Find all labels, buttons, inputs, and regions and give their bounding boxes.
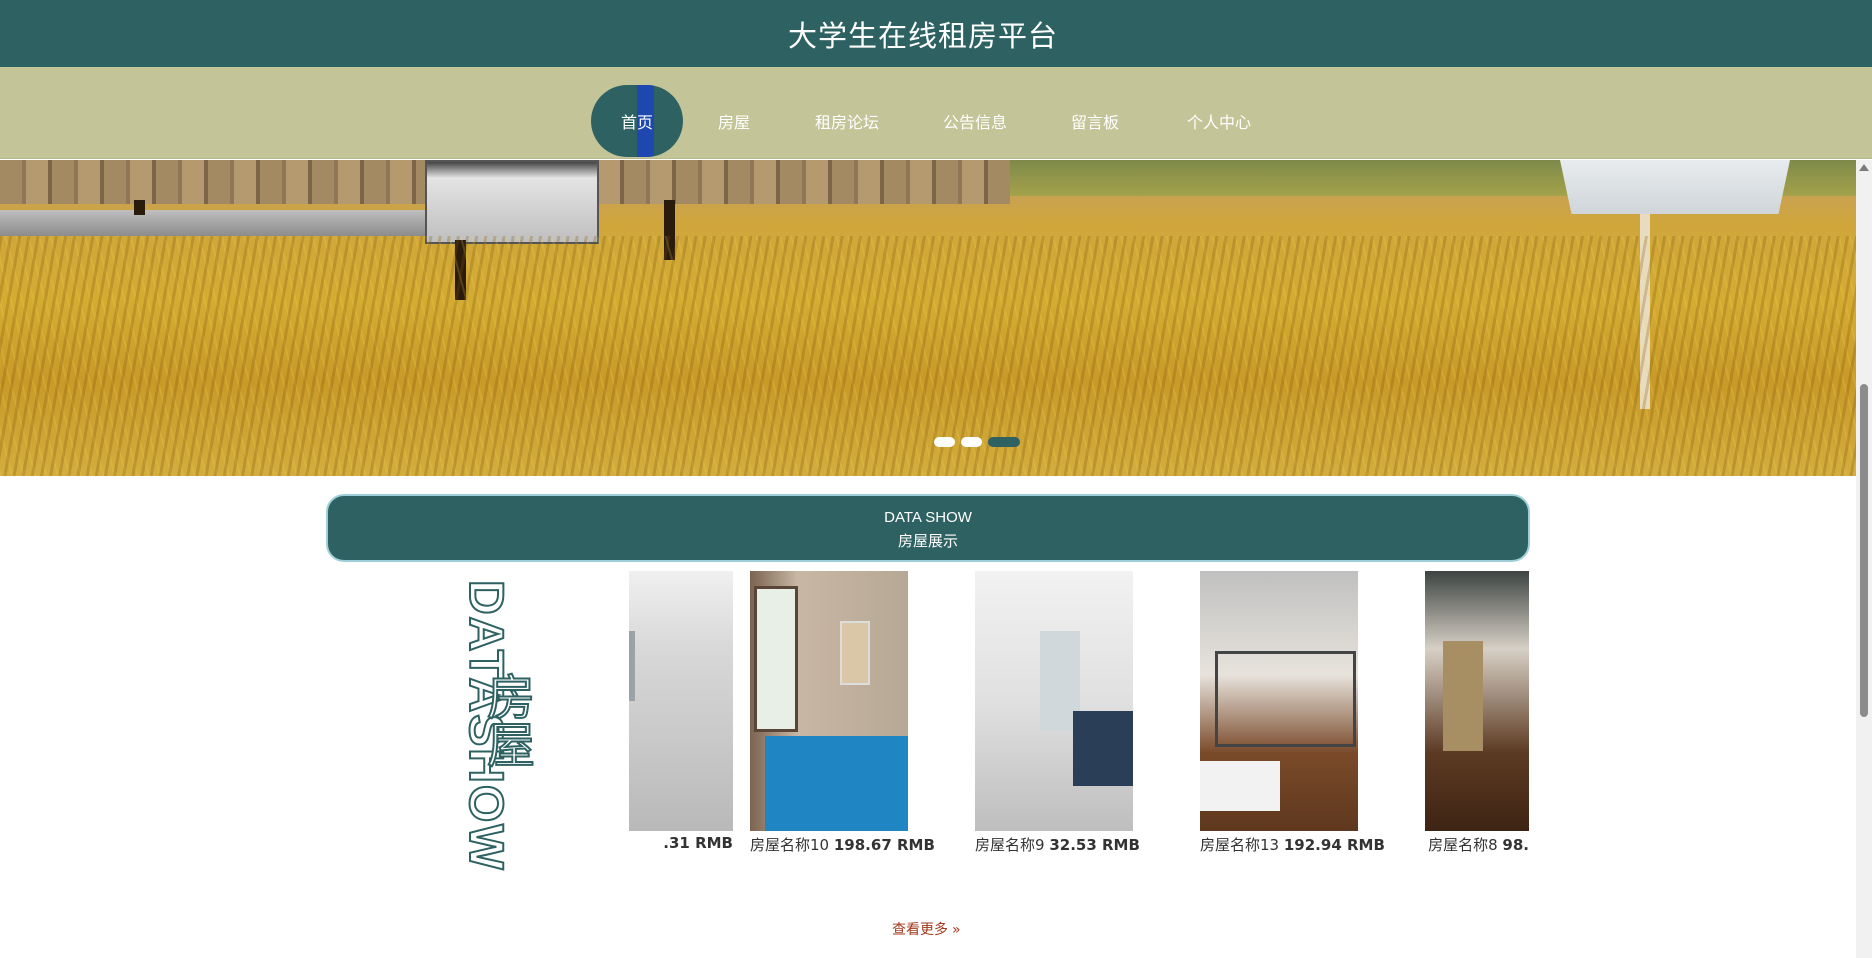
banner-slab [0,210,430,236]
house-price: .31 RMB [663,834,733,852]
banner-tree [134,200,145,215]
carousel-dot-active[interactable] [988,437,1020,447]
view-more-label: 查看更多 [892,922,948,938]
house-caption: 房屋名称8 98. [1425,834,1529,855]
house-caption: 房屋名称9 32.53 RMB [975,834,1140,855]
house-card[interactable]: 房屋名称8 98. [1425,571,1529,855]
carousel-dot[interactable] [934,437,955,447]
house-price: 98. [1502,836,1529,854]
house-name: 房屋名称9 [975,836,1045,854]
side-label-cn: 房屋 [486,670,536,774]
nav-home-label: 首页 [620,113,653,132]
double-chevron-right-icon: » [952,922,961,938]
banner-carousel[interactable] [0,160,1856,476]
house-photo [1200,571,1358,831]
house-caption: .31 RMB [629,834,733,852]
house-caption: 房屋名称13 192.94 RMB [1200,834,1385,855]
banner-lampshade [1560,160,1790,214]
house-price: 198.67 RMB [833,836,935,854]
banner-grass [0,236,1856,476]
house-name: 房屋名称10 [750,836,830,854]
house-photo [1425,571,1529,831]
house-card[interactable]: 房屋名称13 192.94 RMB [1200,571,1385,855]
section-title-en: DATA SHOW [884,509,972,526]
section-header: DATA SHOW 房屋展示 [328,496,1528,560]
scrollbar[interactable] [1856,160,1872,958]
house-caption: 房屋名称10 198.67 RMB [750,834,935,855]
house-photo [975,571,1133,831]
house-photo [629,571,733,831]
house-price: 32.53 RMB [1049,836,1140,854]
carousel-pagination [934,437,1020,447]
banner-box [425,160,599,244]
house-carousel: .31 RMB 房屋名称10 198.67 RMB 房屋名称9 32.53 RM… [629,571,1529,861]
scrollbar-thumb[interactable] [1860,384,1868,717]
house-photo [750,571,908,831]
carousel-dot[interactable] [961,437,982,447]
house-price: 192.94 RMB [1283,836,1385,854]
house-name: 房屋名称8 [1428,836,1498,854]
view-more-link[interactable]: 查看更多» [892,919,961,939]
house-card[interactable]: 房屋名称10 198.67 RMB [750,571,935,855]
house-card[interactable]: 房屋名称9 32.53 RMB [975,571,1140,855]
section-title-cn: 房屋展示 [897,532,958,550]
house-name: 房屋名称13 [1200,836,1280,854]
house-card[interactable]: .31 RMB [629,571,733,852]
scroll-up-icon[interactable] [1859,164,1869,171]
